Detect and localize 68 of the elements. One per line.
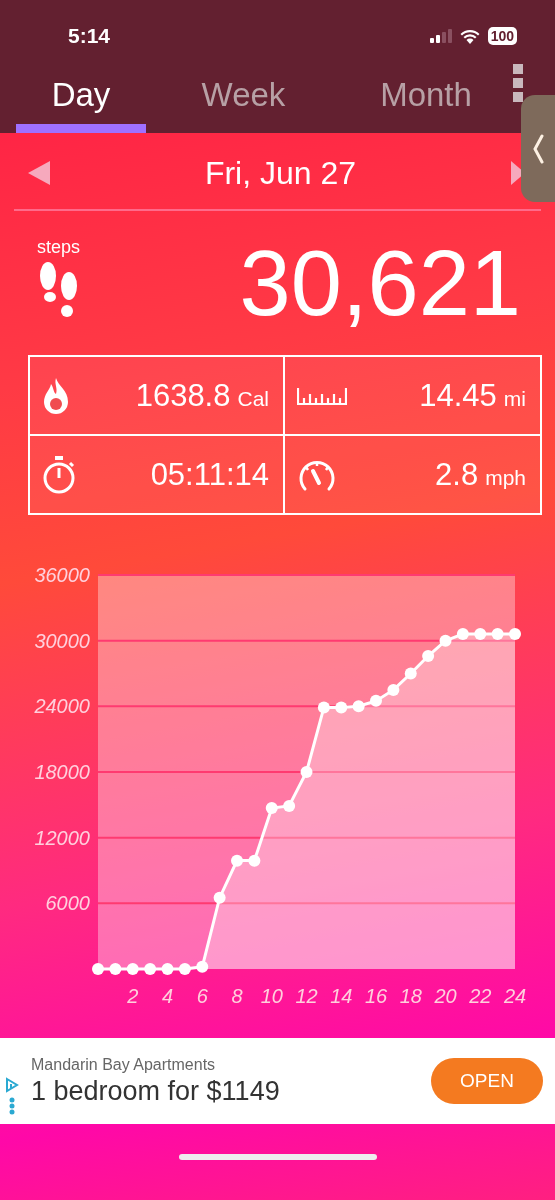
status-time: 5:14 xyxy=(68,24,111,48)
data-point xyxy=(248,854,261,867)
data-point xyxy=(300,766,313,778)
menu-icon[interactable] xyxy=(513,64,523,104)
x-axis-label: 8 xyxy=(231,985,243,1007)
x-axis-label: 22 xyxy=(469,985,492,1007)
steps-label: steps xyxy=(37,237,81,258)
chevron-left-icon xyxy=(532,133,544,164)
stat-value: 05:11:14 xyxy=(150,456,269,493)
side-handle[interactable] xyxy=(521,95,555,202)
data-point xyxy=(109,963,122,975)
y-axis-label: 30000 xyxy=(34,629,90,652)
ruler-icon xyxy=(297,385,347,406)
stat-value: 2.8 mph xyxy=(435,456,526,493)
data-point xyxy=(422,650,435,662)
stat-value: 1638.8 Cal xyxy=(135,377,269,414)
ad-choices-icon[interactable] xyxy=(5,1077,19,1093)
data-point xyxy=(126,963,139,975)
signal-icon xyxy=(429,29,452,43)
data-point xyxy=(491,628,504,641)
data-point xyxy=(92,963,104,975)
data-point xyxy=(352,700,365,713)
x-axis-label: 18 xyxy=(399,985,422,1007)
x-axis-label: 16 xyxy=(364,985,388,1007)
y-axis-label: 18000 xyxy=(34,761,90,783)
data-point xyxy=(178,963,191,975)
data-point xyxy=(509,628,521,641)
advertiser-name: Mandarin Bay Apartments xyxy=(31,1055,217,1074)
x-axis-label: 2 xyxy=(127,985,139,1007)
data-point xyxy=(196,960,209,973)
tab[interactable]: Month xyxy=(341,66,511,133)
data-point xyxy=(387,683,400,696)
stopwatch-icon xyxy=(42,454,76,495)
x-axis-label: 14 xyxy=(330,985,353,1007)
data-point xyxy=(317,701,330,714)
data-point xyxy=(456,628,469,641)
data-point xyxy=(404,667,417,680)
open-button[interactable]: OPEN xyxy=(431,1058,543,1104)
y-axis-label: 24000 xyxy=(34,695,90,718)
y-axis-label: 12000 xyxy=(34,826,90,849)
data-point xyxy=(265,802,278,815)
more-options-icon[interactable] xyxy=(9,1097,15,1115)
y-axis-label: 6000 xyxy=(45,892,90,915)
date-label: Fri, Jun 27 xyxy=(204,154,357,192)
ad-headline: 1 bedroom for $1149 xyxy=(31,1075,281,1107)
x-axis-label: 6 xyxy=(196,985,208,1007)
wifi-icon xyxy=(459,28,480,44)
x-axis-label: 20 xyxy=(434,985,457,1007)
data-point xyxy=(144,963,157,975)
x-axis-label: 12 xyxy=(295,985,318,1007)
battery-level: 100 xyxy=(487,27,517,45)
data-point xyxy=(474,628,487,641)
data-point xyxy=(213,891,226,904)
data-point xyxy=(231,854,243,867)
data-point xyxy=(161,963,174,975)
step-count: 30,621 xyxy=(239,237,521,329)
tab[interactable]: Day xyxy=(16,66,146,133)
data-point xyxy=(370,694,382,707)
data-point xyxy=(335,701,348,714)
y-axis-label: 36000 xyxy=(34,564,90,586)
stat-value: 14.45 mi xyxy=(419,377,526,414)
data-point xyxy=(439,634,452,647)
x-axis-label: 4 xyxy=(161,985,174,1007)
x-axis-label: 10 xyxy=(260,985,283,1007)
previous-arrow-icon[interactable] xyxy=(28,161,50,185)
x-axis-label: 24 xyxy=(503,985,527,1007)
data-point xyxy=(283,799,296,812)
tab[interactable]: Week xyxy=(146,66,341,133)
